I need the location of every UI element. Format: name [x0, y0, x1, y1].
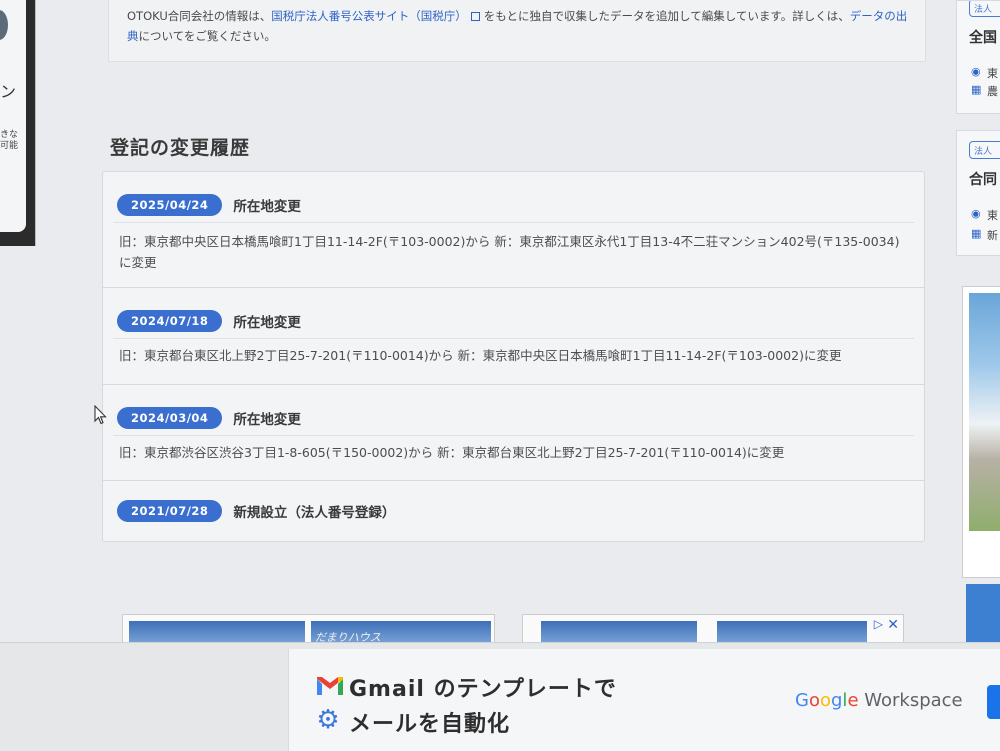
nta-corporate-number-link[interactable]: 国税庁法人番号公表サイト（国税庁） [271, 9, 467, 23]
side-ad-image-2[interactable] [966, 584, 1000, 644]
ad-headline: Gmail のテンプレートで [349, 677, 617, 702]
left-ad-small-text: きな 可能 [0, 130, 19, 151]
data-source-info-card: OTOKU合同会社の情報は、国税庁法人番号公表サイト（国税庁） をもとに独自で収集… [108, 0, 926, 62]
date-badge: 2025/04/24 [117, 194, 223, 216]
external-link-icon [470, 12, 480, 21]
change-type: 所在地変更 [233, 199, 301, 215]
change-type: 新規設立（法人番号登録） [233, 505, 396, 521]
change-type: 所在地変更 [233, 315, 301, 331]
gear-icon: ⚙ [316, 705, 340, 735]
gmail-logo-icon [317, 677, 343, 695]
date-badge: 2024/03/04 [117, 407, 223, 429]
left-ad-card: ン きな 可能 [0, 0, 26, 232]
company-address: 東 [987, 209, 998, 222]
change-detail: 旧：東京都中央区日本橋馬喰町1丁目11-14-2F(〒103-0002)から 新… [119, 234, 900, 270]
registration-history-list: 2025/04/24 所在地変更 旧：東京都中央区日本橋馬喰町1丁目11-14-… [102, 171, 925, 542]
history-entry: 2025/04/24 所在地変更 旧：東京都中央区日本橋馬喰町1丁目11-14-… [103, 172, 924, 288]
google-workspace-logo: Google Workspace [795, 690, 963, 711]
ad-close-icon[interactable]: ✕ [887, 617, 899, 633]
ad-subheadline: メールを自動化 [349, 712, 511, 737]
related-company-card[interactable]: 法人 全国 ◉ 東 ▦ 農 [956, 0, 1000, 114]
side-ad-photo [969, 293, 1000, 531]
ad-cta-button[interactable] [987, 685, 1000, 719]
location-pin-icon: ◉ [971, 207, 981, 220]
history-entry: 2021/07/28 新規設立（法人番号登録） [103, 481, 924, 543]
section-title: 登記の変更履歴 [110, 137, 251, 159]
company-industry: 新 [987, 229, 998, 242]
bottom-ad-banner[interactable]: Gmail のテンプレートで ⚙ メールを自動化 Google Workspac… [0, 642, 1000, 751]
company-name: 合同 [969, 172, 997, 188]
building-icon: ▦ [971, 227, 982, 240]
company-name: 全国 [969, 30, 997, 46]
left-ad-image [0, 10, 8, 40]
company-industry: 農 [987, 85, 998, 98]
date-badge: 2021/07/28 [117, 500, 223, 522]
corp-badge: 法人 [969, 1, 1000, 17]
related-company-card[interactable]: 法人 合同 ◉ 東 ▦ 新 [956, 130, 1000, 256]
gmail-ad[interactable]: Gmail のテンプレートで ⚙ メールを自動化 Google Workspac… [288, 649, 1000, 751]
left-ad-text: ン [0, 82, 17, 101]
divider [113, 435, 914, 436]
side-ad-image[interactable] [962, 286, 1000, 578]
mouse-cursor-icon [94, 405, 107, 425]
data-source-text: OTOKU合同会社の情報は、国税庁法人番号公表サイト（国税庁） をもとに独自で収集… [127, 9, 908, 43]
location-pin-icon: ◉ [971, 65, 981, 78]
history-entry: 2024/07/18 所在地変更 旧：東京都台東区北上野2丁目25-7-201(… [103, 288, 924, 385]
history-entry: 2024/03/04 所在地変更 旧：東京都渋谷区渋谷3丁目1-8-605(〒1… [103, 385, 924, 481]
ad-info-icon[interactable]: ▷ [874, 617, 883, 631]
divider [113, 222, 914, 223]
date-badge: 2024/07/18 [117, 310, 223, 332]
change-type: 所在地変更 [233, 412, 301, 428]
left-side-ad[interactable]: ン きな 可能 [0, 0, 36, 246]
corp-badge: 法人 [969, 141, 1000, 159]
divider [113, 338, 914, 339]
building-icon: ▦ [971, 83, 982, 96]
change-detail: 旧：東京都台東区北上野2丁目25-7-201(〒110-0014)から 新：東京… [119, 348, 842, 363]
company-address: 東 [987, 67, 998, 80]
change-detail: 旧：東京都渋谷区渋谷3丁目1-8-605(〒150-0002)から 新：東京都台… [119, 445, 785, 460]
